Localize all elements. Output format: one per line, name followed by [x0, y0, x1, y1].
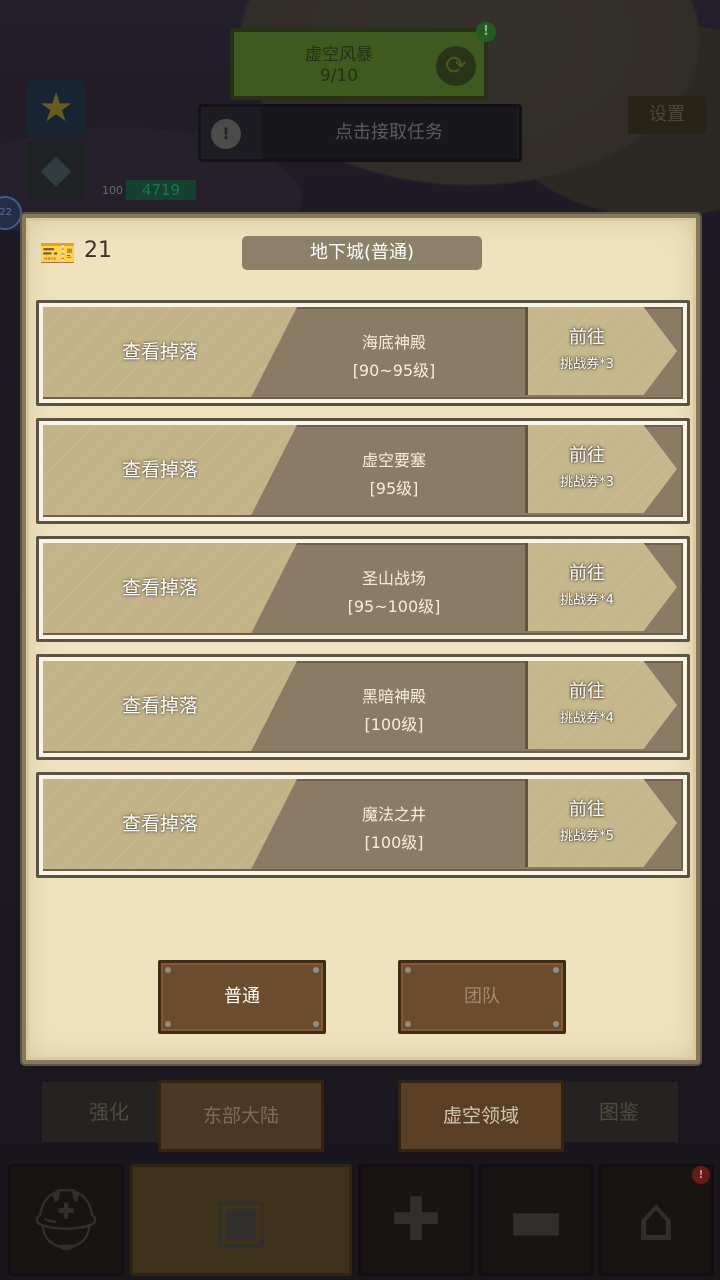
ticket-cost: 挑战券*3	[560, 475, 614, 490]
view-loot-button[interactable]: 查看掉落	[65, 661, 255, 751]
rivet	[165, 1021, 171, 1027]
dungeon-name: 魔法之井	[361, 805, 426, 824]
view-loot-button[interactable]: 查看掉落	[65, 425, 255, 515]
dungeon-level: [100级]	[364, 715, 424, 734]
dungeon-name: 圣山战场	[361, 569, 426, 588]
dungeon-row: 查看掉落 海底神殿 [90~95级] 前往 挑战券*3	[36, 300, 690, 406]
team-mode-button[interactable]: 团队	[398, 960, 566, 1034]
go-label[interactable]: 前往	[525, 677, 649, 703]
go-label[interactable]: 前往	[525, 795, 649, 821]
view-loot-button[interactable]: 查看掉落	[65, 779, 255, 869]
ticket-cost: 挑战券*3	[560, 357, 614, 372]
rivet	[313, 1021, 319, 1027]
dungeon-level: [95级]	[369, 479, 419, 498]
go-label[interactable]: 前往	[525, 323, 649, 349]
dungeon-level: [100级]	[364, 833, 424, 852]
rivet	[553, 967, 559, 973]
go-label[interactable]: 前往	[525, 559, 649, 585]
dungeon-dialog: 🎫 21 地下城(普通) 查看掉落 海底神殿 [90~95级] 前往 挑战券*3…	[22, 214, 700, 1064]
dungeon-row: 查看掉落 魔法之井 [100级] 前往 挑战券*5	[36, 772, 690, 878]
go-label[interactable]: 前往	[525, 441, 649, 467]
view-loot-button[interactable]: 查看掉落	[65, 307, 255, 397]
dungeon-name: 黑暗神殿	[361, 687, 426, 706]
dialog-title: 地下城(普通)	[242, 236, 482, 270]
dungeon-level: [90~95级]	[352, 361, 436, 380]
normal-mode-button[interactable]: 普通	[158, 960, 326, 1034]
rivet	[313, 967, 319, 973]
team-mode-label: 团队	[464, 986, 500, 1007]
dungeon-row: 查看掉落 黑暗神殿 [100级] 前往 挑战券*4	[36, 654, 690, 760]
ticket-cost: 挑战券*4	[560, 711, 614, 726]
rivet	[553, 1021, 559, 1027]
ticket-cost: 挑战券*5	[560, 829, 614, 844]
ticket-cost: 挑战券*4	[560, 593, 614, 608]
dungeon-row: 查看掉落 虚空要塞 [95级] 前往 挑战券*3	[36, 418, 690, 524]
rivet	[405, 967, 411, 973]
normal-mode-label: 普通	[224, 986, 260, 1007]
rivet	[165, 967, 171, 973]
ticket-count: 21	[84, 238, 112, 263]
dungeon-name: 海底神殿	[361, 333, 426, 352]
dungeon-row: 查看掉落 圣山战场 [95~100级] 前往 挑战券*4	[36, 536, 690, 642]
rivet	[405, 1021, 411, 1027]
dungeon-name: 虚空要塞	[361, 451, 426, 470]
ticket-icon: 🎫	[39, 236, 77, 271]
dungeon-level: [95~100级]	[347, 597, 441, 616]
view-loot-button[interactable]: 查看掉落	[65, 543, 255, 633]
